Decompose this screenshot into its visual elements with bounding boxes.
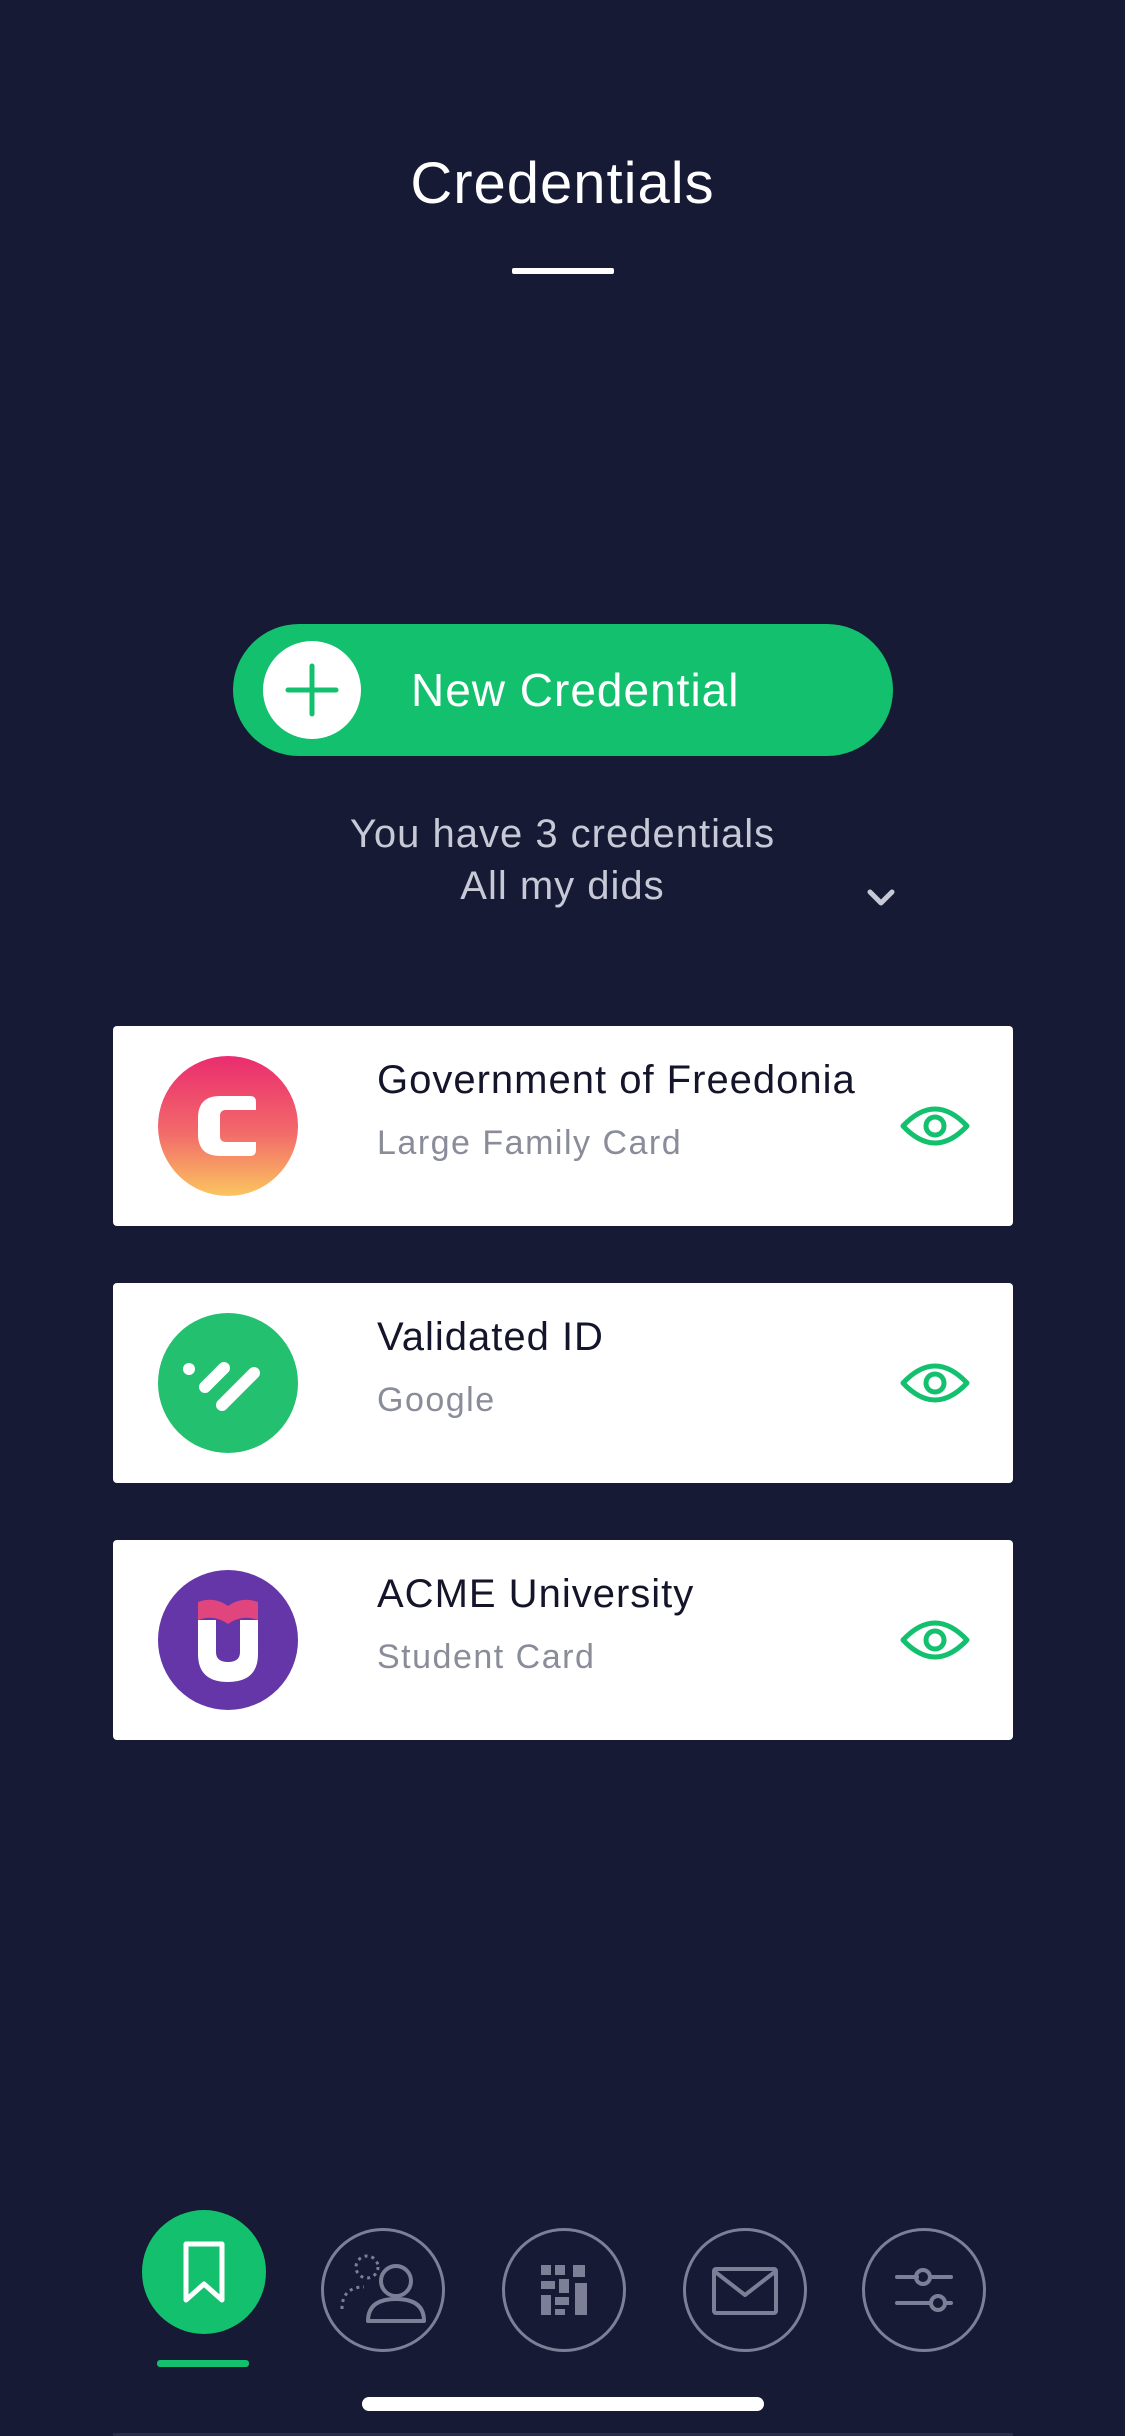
home-indicator[interactable] — [362, 2397, 764, 2411]
bookmark-icon — [183, 2241, 225, 2303]
credential-count: You have 3 credentials — [349, 812, 776, 856]
new-credential-button[interactable]: New Credential — [233, 624, 893, 756]
validated-id-logo-icon — [158, 1313, 298, 1453]
credential-issuer: Validated ID — [377, 1315, 604, 1359]
did-filter-label: All my dids — [460, 864, 665, 908]
credential-issuer: ACME University — [377, 1572, 695, 1616]
eye-icon[interactable] — [899, 1094, 971, 1158]
qr-code-icon — [541, 2265, 587, 2315]
mail-icon — [712, 2267, 778, 2315]
eye-icon[interactable] — [899, 1351, 971, 1415]
tab-messages[interactable] — [683, 2228, 807, 2352]
freedonia-logo-icon — [158, 1056, 298, 1196]
tab-credentials[interactable] — [142, 2210, 266, 2334]
did-filter-dropdown[interactable]: All my dids — [0, 864, 1125, 924]
credential-issuer: Government of Freedonia — [377, 1058, 856, 1102]
plus-icon — [263, 641, 361, 739]
credential-card[interactable]: ACME University Student Card — [113, 1540, 1013, 1740]
tab-settings[interactable] — [862, 2228, 986, 2352]
contacts-icon — [340, 2254, 426, 2323]
active-tab-indicator — [157, 2360, 249, 2367]
credential-card[interactable]: Government of Freedonia Large Family Car… — [113, 1026, 1013, 1226]
chevron-down-icon — [867, 889, 895, 906]
credential-card[interactable]: Validated ID Google — [113, 1283, 1013, 1483]
title-underline — [512, 268, 614, 274]
settings-sliders-icon — [895, 2268, 953, 2312]
credential-type: Large Family Card — [377, 1124, 683, 1162]
credential-type: Student Card — [377, 1638, 596, 1676]
page-title: Credentials — [410, 151, 715, 216]
tab-qr-scan[interactable] — [502, 2228, 626, 2352]
credential-type: Google — [377, 1381, 496, 1419]
eye-icon[interactable] — [899, 1608, 971, 1672]
acme-university-logo-icon — [158, 1570, 298, 1710]
new-credential-label: New Credential — [411, 664, 740, 716]
tab-contacts[interactable] — [321, 2228, 445, 2352]
